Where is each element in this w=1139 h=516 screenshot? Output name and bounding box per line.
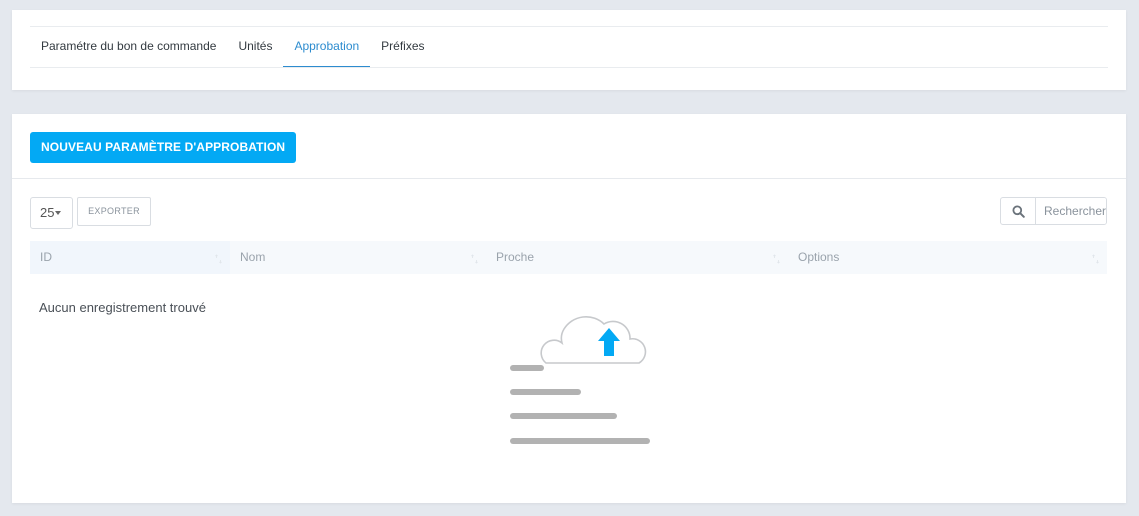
column-header-label: Options [798, 250, 840, 264]
caret-down-icon [55, 210, 62, 215]
page-length-value: 25 [40, 205, 55, 220]
tab-approval[interactable]: Approbation [283, 27, 371, 67]
settings-tabs: Paramétre du bon de commande Unités Appr… [30, 27, 436, 67]
column-header-id[interactable]: ID [30, 241, 230, 274]
column-header-proche[interactable]: Proche [486, 241, 788, 274]
tab-prefixes[interactable]: Préfixes [370, 27, 435, 67]
column-header-label: Nom [240, 250, 266, 264]
sort-icon [1092, 254, 1099, 264]
search-icon [1012, 205, 1025, 218]
tab-units[interactable]: Unités [227, 27, 283, 67]
cloud-upload-icon [510, 316, 650, 444]
page-length-select[interactable]: 25 [30, 197, 73, 229]
sort-icon [471, 254, 478, 264]
column-header-name[interactable]: Nom [230, 241, 486, 274]
sort-icon [215, 254, 222, 264]
search-box [1000, 197, 1107, 225]
approval-settings-panel: NOUVEAU PARAMÈTRE D'APPROBATION 25 EXPOR… [12, 114, 1126, 503]
column-header-label: Proche [496, 250, 535, 264]
panel-divider [12, 178, 1126, 179]
column-header-options[interactable]: Options [788, 241, 1107, 274]
sort-icon [773, 254, 780, 264]
table-header: ID Nom Proche Options [30, 241, 1107, 274]
export-button[interactable]: EXPORTER [77, 197, 151, 226]
new-approval-setting-button[interactable]: NOUVEAU PARAMÈTRE D'APPROBATION [30, 132, 297, 163]
settings-tabs-panel: Paramétre du bon de commande Unités Appr… [12, 10, 1126, 90]
tabs-bottom-divider [30, 67, 1108, 68]
column-header-label: ID [40, 250, 52, 264]
search-button[interactable] [1001, 198, 1036, 224]
tab-purchase-order-settings[interactable]: Paramétre du bon de commande [30, 27, 227, 67]
empty-table-message: Aucun enregistrement trouvé [39, 300, 206, 315]
search-input[interactable] [1036, 198, 1106, 224]
